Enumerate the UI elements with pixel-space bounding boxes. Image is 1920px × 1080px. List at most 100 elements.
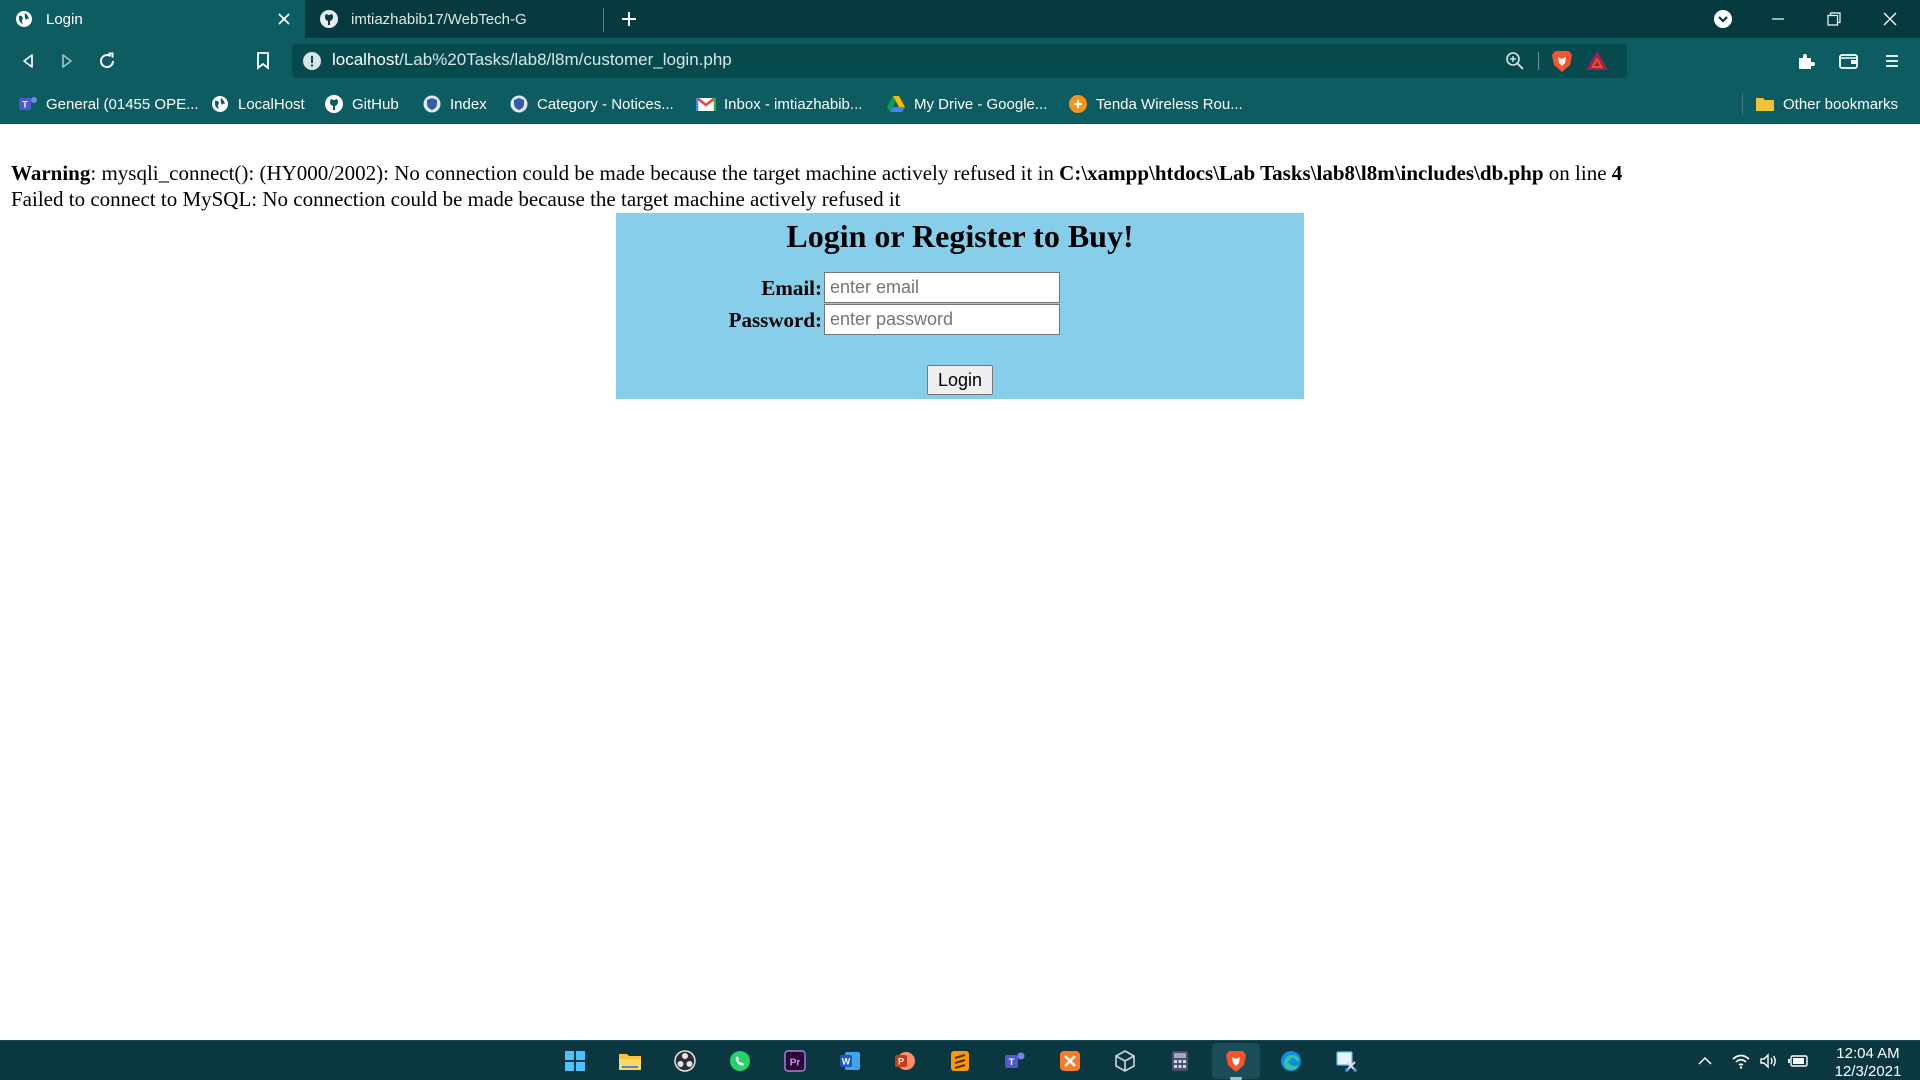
email-label: Email:	[761, 276, 822, 300]
bookmark-icon[interactable]	[247, 45, 279, 77]
restore-icon[interactable]	[1806, 0, 1862, 38]
tab-github[interactable]: imtiazhabib17/WebTech-G	[305, 0, 605, 38]
connection-error: Failed to connect to MySQL: No connectio…	[11, 187, 901, 211]
sublime-icon[interactable]	[945, 1046, 975, 1076]
login-form: Login or Register to Buy! Email: Passwor…	[616, 213, 1304, 399]
bookmark-label: General (01455 OPE...	[46, 95, 199, 113]
wallet-icon[interactable]	[1833, 45, 1865, 77]
clock-date: 12/3/2021	[1834, 1063, 1902, 1080]
router-icon	[1068, 94, 1088, 114]
bookmark-label: Index	[450, 95, 487, 113]
other-bookmarks-label: Other bookmarks	[1783, 95, 1899, 113]
gmail-icon	[696, 94, 716, 114]
teams-icon[interactable]: T	[1000, 1046, 1030, 1076]
warning-file: C:\xampp\htdocs\Lab Tasks\lab8\l8m\inclu…	[1059, 161, 1544, 185]
site-info-icon[interactable]	[302, 51, 322, 71]
bookmarks-bar: T General (01455 OPE... LocalHost GitHub…	[0, 84, 1920, 124]
form-title: Login or Register to Buy!	[786, 218, 1134, 254]
start-icon[interactable]	[560, 1046, 590, 1076]
email-field[interactable]	[824, 272, 1060, 303]
whatsapp-icon[interactable]	[725, 1046, 755, 1076]
page-content: Warning: mysqli_connect(): (HY000/2002):…	[0, 125, 1920, 1040]
svg-text:T: T	[1009, 1057, 1015, 1067]
url-path: /Lab%20Tasks/lab8/l8m/customer_login.php	[399, 50, 732, 69]
url-text[interactable]: localhost/Lab%20Tasks/lab8/l8m/customer_…	[332, 50, 732, 70]
bookmark-tenda-router[interactable]: Tenda Wireless Rou...	[1068, 84, 1243, 124]
address-bar[interactable]: localhost/Lab%20Tasks/lab8/l8m/customer_…	[292, 44, 1627, 78]
new-tab-button[interactable]	[614, 4, 644, 34]
back-icon[interactable]	[12, 45, 44, 77]
virtualbox-icon[interactable]	[1110, 1046, 1140, 1076]
warning-prefix: Warning	[11, 161, 91, 185]
bookmark-my-drive[interactable]: My Drive - Google...	[886, 84, 1047, 124]
svg-text:P: P	[898, 1057, 904, 1067]
brave-icon[interactable]	[1221, 1046, 1251, 1080]
tab-title: imtiazhabib17/WebTech-G	[351, 10, 527, 28]
password-label: Password:	[728, 308, 822, 332]
word-icon[interactable]: W	[835, 1046, 865, 1076]
edge-icon[interactable]	[1276, 1046, 1306, 1076]
obs-icon[interactable]	[670, 1046, 700, 1076]
github-icon	[319, 9, 339, 29]
warning-message: : mysqli_connect(): (HY000/2002): No con…	[90, 161, 1060, 185]
forward-icon[interactable]	[51, 45, 83, 77]
github-icon	[324, 94, 344, 114]
tab-login[interactable]: Login	[0, 0, 305, 38]
xampp-icon[interactable]	[1055, 1046, 1085, 1076]
other-bookmarks[interactable]: Other bookmarks	[1755, 84, 1898, 124]
bookmark-label: LocalHost	[238, 95, 305, 113]
bookmark-label: Category - Notices...	[537, 95, 674, 113]
tab-search-icon[interactable]	[1710, 6, 1736, 32]
folder-icon	[1755, 94, 1775, 114]
menu-icon[interactable]	[1876, 45, 1908, 77]
bookmarks-divider	[1742, 93, 1743, 115]
calculator-icon[interactable]	[1165, 1046, 1195, 1076]
bookmark-github[interactable]: GitHub	[324, 84, 399, 124]
globe-icon	[14, 9, 34, 29]
bookmark-label: GitHub	[352, 95, 399, 113]
php-warning: Warning: mysqli_connect(): (HY000/2002):…	[11, 160, 1622, 186]
reload-icon[interactable]	[91, 45, 123, 77]
close-tab-icon[interactable]	[271, 6, 297, 32]
volume-icon[interactable]	[1758, 1051, 1780, 1071]
bookmark-category-notices[interactable]: Category - Notices...	[509, 84, 674, 124]
tab-strip: Login imtiazhabib17/WebTech-G	[0, 0, 1920, 38]
bookmark-index[interactable]: Index	[422, 84, 487, 124]
globe-icon	[210, 94, 230, 114]
show-hidden-icons-icon[interactable]	[1694, 1051, 1716, 1071]
battery-icon[interactable]	[1787, 1051, 1809, 1071]
google-drive-icon	[886, 94, 906, 114]
omnibox-divider	[1538, 52, 1539, 70]
system-clock[interactable]: 12:04 AM 12/3/2021	[1822, 1045, 1914, 1080]
brave-shields-icon[interactable]	[1549, 48, 1575, 74]
url-host: localhost	[332, 50, 400, 69]
password-field[interactable]	[824, 304, 1060, 335]
close-window-icon[interactable]	[1862, 0, 1918, 38]
minimize-icon[interactable]	[1750, 0, 1806, 38]
brave-rewards-icon[interactable]	[1584, 49, 1610, 73]
clock-time: 12:04 AM	[1836, 1045, 1900, 1062]
bookmark-label: Tenda Wireless Rou...	[1096, 95, 1243, 113]
login-button[interactable]: Login	[927, 365, 993, 395]
browser-toolbar: localhost/Lab%20Tasks/lab8/l8m/customer_…	[0, 38, 1920, 84]
file-explorer-icon[interactable]	[615, 1046, 645, 1076]
bookmark-inbox[interactable]: Inbox - imtiazhabib...	[696, 84, 862, 124]
bookmark-teams-general[interactable]: T General (01455 OPE...	[18, 84, 199, 124]
svg-text:T: T	[22, 100, 28, 110]
snipping-tool-icon[interactable]	[1331, 1046, 1361, 1076]
zoom-icon[interactable]	[1505, 51, 1525, 71]
wifi-icon[interactable]	[1730, 1051, 1752, 1071]
shield-icon	[422, 94, 442, 114]
warning-on-line: on line	[1543, 161, 1612, 185]
bookmark-localhost[interactable]: LocalHost	[210, 84, 305, 124]
bookmark-label: Inbox - imtiazhabib...	[724, 95, 863, 113]
tab-divider	[603, 8, 604, 32]
windows-taskbar: Pr W P T 12:04 AM 12/3/2021	[0, 1040, 1920, 1080]
bookmark-label: My Drive - Google...	[914, 95, 1048, 113]
extensions-icon[interactable]	[1790, 45, 1822, 77]
premiere-icon[interactable]: Pr	[780, 1046, 810, 1076]
powerpoint-icon[interactable]: P	[890, 1046, 920, 1076]
teams-icon: T	[18, 94, 38, 114]
svg-text:Pr: Pr	[790, 1058, 801, 1069]
shield-icon	[509, 94, 529, 114]
